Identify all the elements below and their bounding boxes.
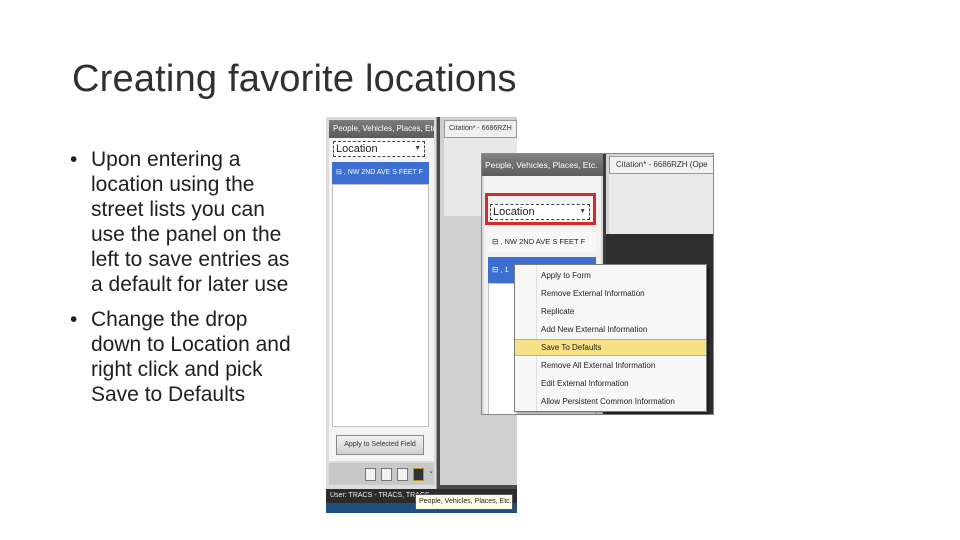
citation-tab[interactable]: Citation* - 6686RZH (Ope <box>609 156 713 174</box>
bullet-marker: • <box>70 308 78 331</box>
menu-item-replicate[interactable]: Replicate <box>515 303 706 320</box>
apply-to-selected-field-button[interactable]: Apply to Selected Field <box>336 435 424 455</box>
menu-item-save-to-defaults[interactable]: Save To Defaults <box>515 339 706 356</box>
bullet-text: Change the drop down to Location and rig… <box>91 308 291 406</box>
bullet-item: • Upon entering a location using the str… <box>70 147 295 297</box>
menu-item-apply-to-form[interactable]: Apply to Form <box>515 267 706 284</box>
tooltip: People, Vehicles, Places, Etc. <box>415 494 513 510</box>
location-entry-label: , 1 <box>500 265 509 274</box>
chevron-down-icon[interactable]: ⌄ <box>428 467 434 475</box>
menu-item-allow-persistent-common-information[interactable]: Allow Persistent Common Information <box>515 393 706 410</box>
citation-body <box>609 174 713 234</box>
panel-toolbar: ⌄ <box>329 463 434 485</box>
bullet-marker: • <box>70 148 78 171</box>
edit-icon[interactable] <box>397 468 408 481</box>
location-dropdown[interactable]: Location ▼ <box>333 141 425 157</box>
favorites-icon[interactable] <box>413 468 424 481</box>
new-document-icon[interactable] <box>365 468 376 481</box>
dropdown-value: Location <box>493 206 535 218</box>
chevron-down-icon: ▼ <box>579 208 586 215</box>
location-entry-row[interactable]: ⊟ , NW 2ND AVE S FEET F <box>332 162 429 184</box>
location-entry-row[interactable]: ⊟ , NW 2ND AVE S FEET F <box>488 232 596 252</box>
menu-item-remove-all-external-information[interactable]: Remove All External Information <box>515 357 706 374</box>
location-entry-label: , NW 2ND AVE S FEET F <box>343 169 423 176</box>
bullet-text: Upon entering a location using the stree… <box>91 148 290 296</box>
chevron-down-icon: ▼ <box>414 145 421 152</box>
location-dropdown[interactable]: Location ▼ <box>490 204 590 220</box>
slide-title: Creating favorite locations <box>72 58 517 100</box>
location-entry-label: , NW 2ND AVE S FEET F <box>500 237 586 246</box>
dropdown-value: Location <box>336 143 378 155</box>
copy-icon[interactable] <box>381 468 392 481</box>
menu-item-edit-external-information[interactable]: Edit External Information <box>515 375 706 392</box>
context-menu: Apply to Form Remove External Informatio… <box>514 264 707 412</box>
citation-tab[interactable]: Citation* - 6686RZH <box>444 120 517 138</box>
left-panel: People, Vehicles, Places, Etc. Location … <box>326 117 437 513</box>
expand-icon: ⊟ <box>336 169 344 176</box>
panel-header: People, Vehicles, Places, Etc. <box>329 120 434 138</box>
bullet-list: • Upon entering a location using the str… <box>70 147 295 417</box>
panel-header: People, Vehicles, Places, Etc. <box>482 154 603 176</box>
menu-item-add-new-external-information[interactable]: Add New External Information <box>515 321 706 338</box>
menu-item-remove-external-information[interactable]: Remove External Information <box>515 285 706 302</box>
bullet-item: • Change the drop down to Location and r… <box>70 307 295 407</box>
location-list[interactable] <box>332 184 429 427</box>
